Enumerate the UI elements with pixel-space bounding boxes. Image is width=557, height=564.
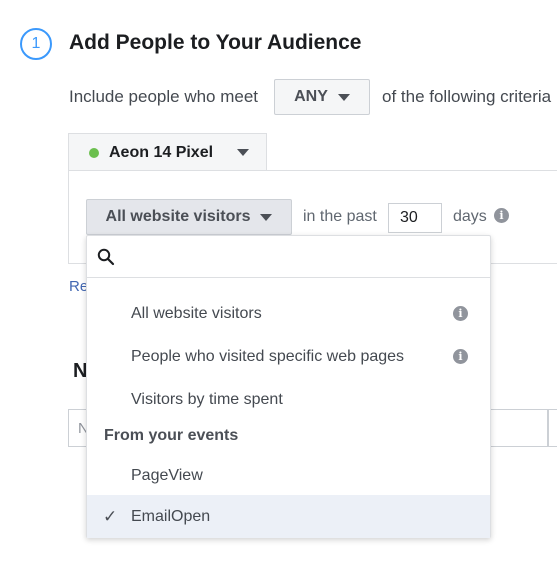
menu-search-row[interactable]: [87, 236, 490, 278]
pixel-status-dot-icon: [89, 147, 99, 158]
criteria-prefix: Include people who meet: [69, 87, 259, 106]
visitor-type-dropdown[interactable]: All website visitors: [86, 199, 292, 235]
match-value: ANY: [294, 88, 328, 105]
menu-search-input[interactable]: [123, 240, 487, 273]
menu-item-time-spent[interactable]: Visitors by time spent: [87, 378, 490, 421]
step-number-circle: 1: [20, 28, 52, 60]
in-the-past-label: in the past: [303, 208, 377, 225]
pixel-name: Aeon 14 Pixel: [109, 143, 214, 161]
menu-item-pageview[interactable]: PageView: [87, 454, 490, 497]
visitor-type-menu: All website visitors i People who visite…: [86, 235, 491, 538]
menu-item-label: People who visited specific web pages: [131, 347, 405, 365]
days-input[interactable]: [388, 203, 442, 233]
background-secondary-input[interactable]: [548, 409, 557, 447]
info-icon[interactable]: i: [453, 349, 468, 364]
menu-item-specific-web-pages[interactable]: People who visited specific web pages i: [87, 335, 490, 378]
menu-item-label: Visitors by time spent: [131, 390, 283, 408]
menu-item-all-website-visitors[interactable]: All website visitors i: [87, 292, 490, 335]
menu-item-emailopen[interactable]: ✓ EmailOpen: [87, 495, 490, 538]
section-title: Add People to Your Audience: [69, 31, 362, 54]
caret-down-icon: [337, 93, 350, 101]
events-section-header: From your events: [104, 427, 239, 444]
search-icon: [97, 248, 115, 265]
days-label: days: [453, 208, 487, 225]
menu-item-label: All website visitors: [131, 304, 262, 322]
menu-item-label: EmailOpen: [131, 507, 211, 525]
menu-item-label: PageView: [131, 466, 203, 484]
visitor-type-value: All website visitors: [105, 208, 251, 225]
pixel-selector[interactable]: Aeon 14 Pixel: [68, 133, 267, 171]
caret-down-icon: [260, 213, 273, 221]
checkmark-icon: ✓: [103, 507, 118, 526]
info-icon[interactable]: i: [494, 208, 509, 223]
criteria-suffix: of the following criteria: [382, 87, 552, 106]
match-any-dropdown[interactable]: ANY: [274, 79, 370, 115]
caret-down-icon: [237, 149, 250, 156]
info-icon[interactable]: i: [453, 306, 468, 321]
step-number: 1: [31, 35, 41, 52]
